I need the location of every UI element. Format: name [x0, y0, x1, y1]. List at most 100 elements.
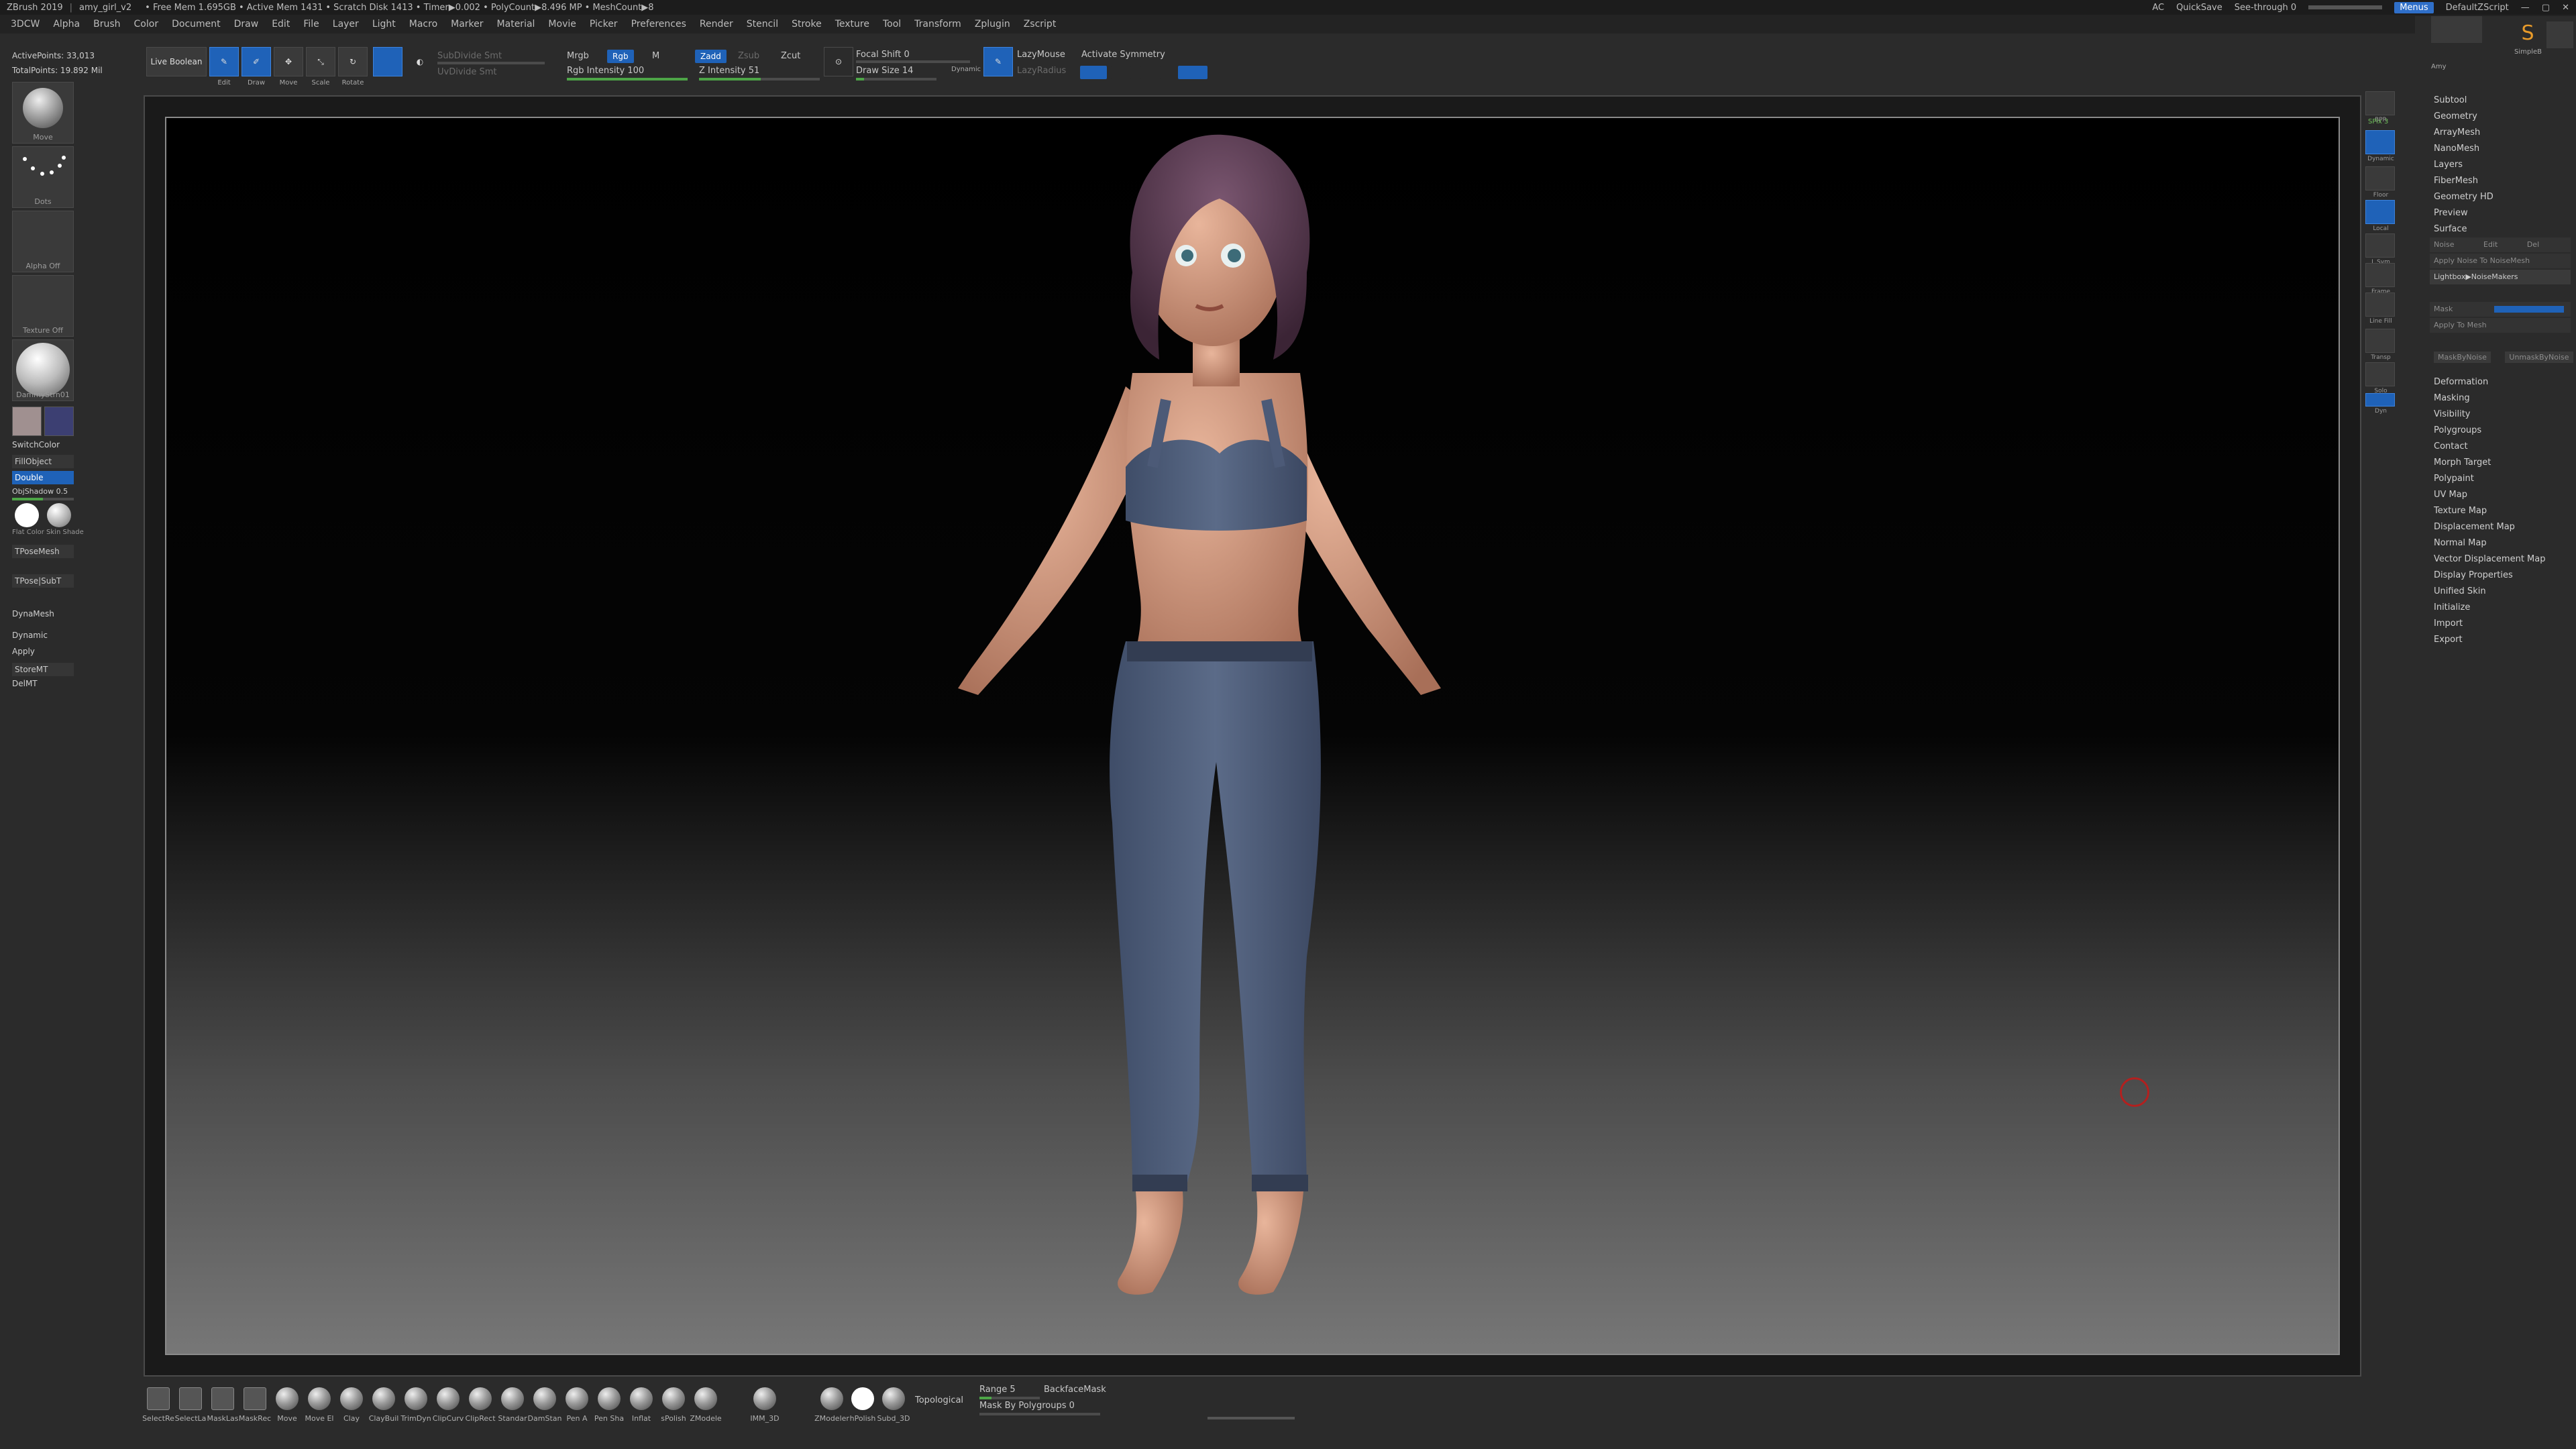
edit-noise-button[interactable]: Edit: [2483, 240, 2498, 249]
see-through-slider[interactable]: [2308, 5, 2383, 9]
symmetry-x-toggle[interactable]: [1080, 66, 1107, 79]
texture-tile[interactable]: Texture Off: [12, 275, 74, 337]
menu-macro[interactable]: Macro: [409, 19, 437, 30]
apply-noise-to-noisemesh-button[interactable]: Apply Noise To NoiseMesh: [2430, 254, 2571, 268]
main-color-swatch[interactable]: [12, 407, 42, 436]
lsym-button[interactable]: L.Sym: [2365, 233, 2395, 266]
tray-subtool[interactable]: Subtool: [2434, 95, 2467, 105]
menu-render[interactable]: Render: [700, 19, 733, 30]
brush-selectre[interactable]: SelectRe: [142, 1386, 174, 1423]
menu-stroke[interactable]: Stroke: [792, 19, 822, 30]
tray-normal-map[interactable]: Normal Map: [2434, 538, 2487, 548]
tray-texture-map[interactable]: Texture Map: [2434, 506, 2487, 516]
tray-morph-target[interactable]: Morph Target: [2434, 458, 2491, 468]
brush-damstan[interactable]: DamStan: [528, 1386, 561, 1423]
backface-mask-toggle[interactable]: BackfaceMask: [1044, 1385, 1106, 1395]
tray-geometry[interactable]: Geometry: [2434, 111, 2477, 121]
alpha-tile[interactable]: Alpha Off: [12, 211, 74, 272]
brush-clipcurv[interactable]: ClipCurv: [433, 1386, 464, 1423]
brush-standar[interactable]: Standar: [498, 1386, 527, 1423]
menu-color[interactable]: Color: [134, 19, 159, 30]
range-slider[interactable]: [979, 1397, 1040, 1399]
tray-import[interactable]: Import: [2434, 619, 2463, 629]
stroke-tile[interactable]: Dots: [12, 146, 74, 208]
menu-alpha[interactable]: Alpha: [53, 19, 80, 30]
del-noise-button[interactable]: Del: [2527, 240, 2539, 249]
del-mt-button[interactable]: DelMT: [12, 679, 38, 688]
transp-button[interactable]: Transp: [2365, 329, 2395, 361]
rgb-intensity-slider[interactable]: [567, 78, 688, 80]
ac-label[interactable]: AC: [2152, 3, 2164, 13]
mask-by-polygroups-slider[interactable]: [979, 1413, 1100, 1415]
symmetry-y-toggle[interactable]: [1111, 66, 1131, 79]
symmetry-z-toggle[interactable]: [1140, 66, 1161, 79]
menu-draw[interactable]: Draw: [234, 19, 259, 30]
flat-color-material-icon[interactable]: [15, 503, 39, 527]
quicksave-button[interactable]: QuickSave: [2176, 3, 2222, 13]
draw-button[interactable]: ✐ Draw: [241, 47, 271, 87]
brush-pen-sha[interactable]: Pen Sha: [594, 1386, 624, 1423]
default-zscript-button[interactable]: DefaultZScript: [2446, 3, 2509, 13]
menu-transform[interactable]: Transform: [914, 19, 961, 30]
activate-symmetry-button[interactable]: Activate Symmetry: [1081, 50, 1165, 60]
brush-clay[interactable]: Clay: [338, 1386, 365, 1423]
lazymouse-button[interactable]: LazyMouse: [1017, 50, 1065, 60]
subdivide-smt-slider[interactable]: [437, 62, 545, 64]
tray-deformation[interactable]: Deformation: [2434, 377, 2488, 387]
minimize-icon[interactable]: —: [2521, 3, 2530, 13]
live-boolean-button[interactable]: Live Boolean: [146, 47, 207, 76]
tray-vector-displacement-map[interactable]: Vector Displacement Map: [2434, 554, 2546, 564]
brush-cliprect[interactable]: ClipRect: [465, 1386, 496, 1423]
menu-3dcw[interactable]: 3DCW: [11, 19, 40, 30]
menu-tool[interactable]: Tool: [883, 19, 901, 30]
imm-3d-brush[interactable]: IMM_3D: [750, 1386, 780, 1423]
focal-shift-slider[interactable]: [856, 60, 970, 63]
apply-button[interactable]: Apply: [12, 647, 35, 656]
simpleb-brush-icon[interactable]: S: [2514, 21, 2541, 48]
tray-initialize[interactable]: Initialize: [2434, 602, 2470, 612]
mask-by-noise-button[interactable]: MaskByNoise: [2434, 352, 2491, 363]
menu-document[interactable]: Document: [172, 19, 221, 30]
tray-surface[interactable]: Surface: [2434, 224, 2467, 234]
tray-arraymesh[interactable]: ArrayMesh: [2434, 127, 2480, 138]
m-button[interactable]: M: [652, 51, 659, 61]
subd-3d-brush[interactable]: Subd_3D: [877, 1386, 910, 1423]
skin-shade-material-icon[interactable]: [47, 503, 71, 527]
hpolish-brush[interactable]: hPolish: [849, 1386, 876, 1423]
unmask-by-noise-button[interactable]: UnmaskByNoise: [2505, 352, 2573, 363]
dynamic-persp-button[interactable]: Dynamic: [2365, 130, 2395, 162]
brush-selectla[interactable]: SelectLa: [175, 1386, 206, 1423]
rotate-button[interactable]: ↻ Rotate: [338, 47, 368, 87]
tray-displacement-map[interactable]: Displacement Map: [2434, 522, 2515, 532]
subtool-thumb[interactable]: [2431, 16, 2482, 43]
zsub-button[interactable]: Zsub: [738, 51, 759, 61]
switch-color-button[interactable]: SwitchColor: [12, 440, 60, 449]
brush-tile[interactable]: Move: [12, 82, 74, 144]
tray-geometry-hd[interactable]: Geometry HD: [2434, 192, 2493, 202]
see-through-label[interactable]: See-through 0: [2235, 3, 2296, 13]
tray-contact[interactable]: Contact: [2434, 441, 2468, 451]
dynamesh-button[interactable]: DynaMesh: [12, 609, 54, 619]
tray-export[interactable]: Export: [2434, 635, 2463, 645]
maximize-icon[interactable]: ▢: [2542, 3, 2550, 13]
tray-display-properties[interactable]: Display Properties: [2434, 570, 2513, 580]
symmetry-r-toggle[interactable]: [1178, 66, 1208, 79]
shelf-resize-handle[interactable]: [1208, 1417, 1295, 1419]
brush-inflat[interactable]: Inflat: [628, 1386, 655, 1423]
brush-zmodele[interactable]: ZModele: [690, 1386, 722, 1423]
zmodeler-brush[interactable]: ZModeler: [814, 1386, 849, 1423]
tray-uv-map[interactable]: UV Map: [2434, 490, 2467, 500]
brush-move[interactable]: Move: [274, 1386, 301, 1423]
zcut-button[interactable]: Zcut: [781, 51, 800, 61]
menu-preferences[interactable]: Preferences: [631, 19, 686, 30]
dyn-button[interactable]: Dyn: [2365, 393, 2395, 415]
brush-masklas[interactable]: MaskLas: [207, 1386, 238, 1423]
draw-size-slider[interactable]: [856, 78, 936, 80]
scale-button[interactable]: ⤡ Scale: [306, 47, 335, 87]
menu-edit[interactable]: Edit: [272, 19, 290, 30]
amy-tool-thumb[interactable]: [2546, 21, 2573, 48]
tray-polygroups[interactable]: Polygroups: [2434, 425, 2481, 435]
menu-brush[interactable]: Brush: [93, 19, 120, 30]
dynamic-button[interactable]: Dynamic: [12, 631, 48, 640]
menu-light[interactable]: Light: [372, 19, 396, 30]
